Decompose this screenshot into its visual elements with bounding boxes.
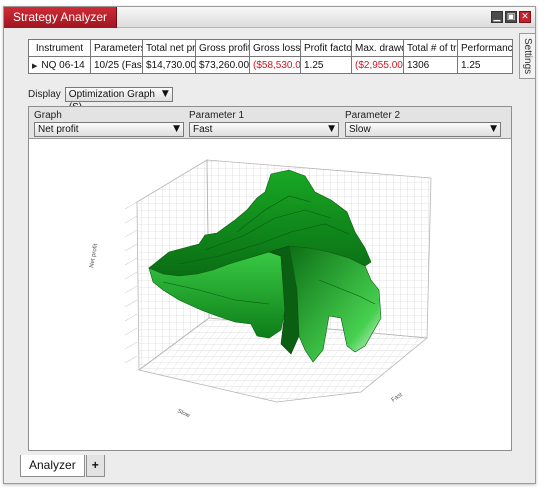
settings-side-tab[interactable]: Settings bbox=[519, 33, 535, 79]
table-cell: 10/25 (Fast, bbox=[90, 56, 143, 74]
y-axis-label: Fast bbox=[391, 392, 404, 404]
table-cell: 1306 bbox=[403, 56, 458, 74]
title-bar[interactable]: Strategy Analyzer ▁ ▣ ✕ bbox=[4, 7, 535, 28]
graph-label: Graph bbox=[34, 110, 62, 121]
optimization-graph-panel: Graph Net profit ▼ Parameter 1 Fast ▼ Pa… bbox=[28, 106, 512, 451]
table-cell: $14,730.00 bbox=[142, 56, 196, 74]
column-header[interactable]: Gross profit bbox=[195, 39, 250, 57]
table-cell-instrument: ▶ NQ 06-14 bbox=[28, 56, 91, 74]
table-cell: $73,260.00 bbox=[195, 56, 250, 74]
column-header[interactable]: Instrument bbox=[28, 39, 91, 57]
display-select[interactable]: Optimization Graph (S) ▼ bbox=[64, 87, 173, 113]
chevron-down-icon: ▼ bbox=[161, 89, 169, 99]
parameter1-select[interactable]: Fast ▼ bbox=[189, 122, 339, 137]
table-cell: 1.25 bbox=[300, 56, 352, 74]
table-cell: ($2,955.00) bbox=[351, 56, 404, 74]
strategy-analyzer-window: Strategy Analyzer ▁ ▣ ✕ Settings Instrum… bbox=[3, 6, 536, 484]
instrument-value: NQ 06-14 bbox=[41, 59, 85, 71]
settings-tab-label: Settings bbox=[522, 38, 533, 75]
table-row[interactable]: ▶ NQ 06-14 10/25 (Fast, $14,730.00 $73,26… bbox=[28, 56, 513, 74]
analyzer-content: Instrument Parameters Total net pro Gros… bbox=[22, 34, 518, 456]
restore-button[interactable]: ▣ bbox=[505, 11, 517, 23]
row-expand-icon[interactable]: ▶ bbox=[32, 63, 37, 70]
window-title[interactable]: Strategy Analyzer bbox=[4, 7, 118, 28]
optimization-3d-chart[interactable]: Net profit Slow Fast bbox=[29, 140, 511, 450]
display-label: Display bbox=[28, 89, 61, 100]
column-header[interactable]: Total net pro bbox=[142, 39, 196, 57]
window-controls: ▁ ▣ ✕ bbox=[491, 11, 531, 23]
column-header[interactable]: Gross loss bbox=[249, 39, 301, 57]
results-table: Instrument Parameters Total net pro Gros… bbox=[28, 39, 513, 74]
graph-select-value: Net profit bbox=[38, 124, 79, 135]
parameter-bar: Graph Net profit ▼ Parameter 1 Fast ▼ Pa… bbox=[29, 107, 511, 139]
column-header[interactable]: Max. drawdo bbox=[351, 39, 404, 57]
parameter1-label: Parameter 1 bbox=[189, 110, 245, 121]
parameter2-param: Parameter 2 Slow ▼ bbox=[345, 110, 501, 137]
display-row: Display Optimization Graph (S) ▼ bbox=[28, 87, 173, 113]
table-header-row: Instrument Parameters Total net pro Gros… bbox=[28, 39, 513, 57]
close-button[interactable]: ✕ bbox=[519, 11, 531, 23]
chevron-down-icon: ▼ bbox=[490, 124, 497, 134]
table-cell: ($58,530.00) bbox=[249, 56, 301, 74]
column-header[interactable]: Total # of tra bbox=[403, 39, 458, 57]
parameter1-select-value: Fast bbox=[193, 124, 213, 135]
x-axis-label: Slow bbox=[176, 408, 191, 419]
chevron-down-icon: ▼ bbox=[328, 124, 335, 134]
graph-param: Graph Net profit ▼ bbox=[34, 110, 184, 137]
chevron-down-icon: ▼ bbox=[173, 124, 180, 134]
parameter2-label: Parameter 2 bbox=[345, 110, 401, 121]
add-tab-button[interactable]: + bbox=[85, 455, 105, 477]
chart-ticks bbox=[124, 201, 138, 364]
z-axis-label: Net profit bbox=[89, 243, 99, 268]
graph-select[interactable]: Net profit ▼ bbox=[34, 122, 184, 137]
parameter2-select-value: Slow bbox=[349, 124, 371, 135]
column-header[interactable]: Profit factor bbox=[300, 39, 352, 57]
parameter2-select[interactable]: Slow ▼ bbox=[345, 122, 501, 137]
table-cell: 1.25 bbox=[457, 56, 513, 74]
column-header[interactable]: Performanc bbox=[457, 39, 513, 57]
column-header[interactable]: Parameters bbox=[90, 39, 143, 57]
bottom-tab-bar: Analyzer + bbox=[20, 455, 105, 477]
parameter1-param: Parameter 1 Fast ▼ bbox=[189, 110, 339, 137]
minimize-button[interactable]: ▁ bbox=[491, 11, 503, 23]
tab-analyzer[interactable]: Analyzer bbox=[20, 455, 85, 477]
